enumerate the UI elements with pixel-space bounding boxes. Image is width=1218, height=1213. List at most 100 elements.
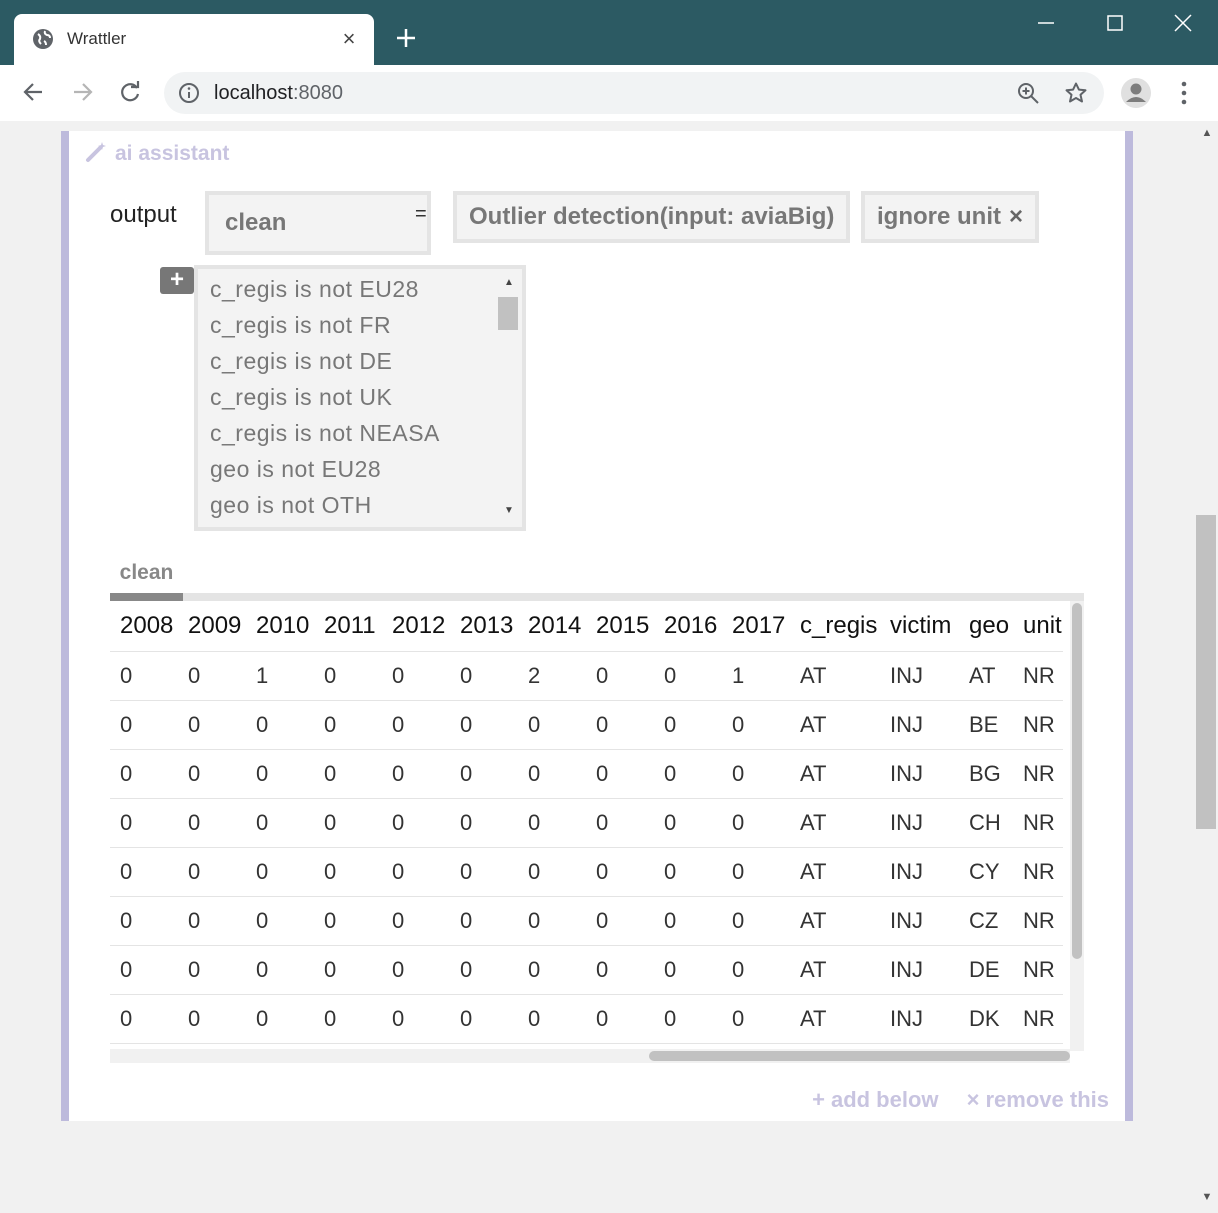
table-cell: AT bbox=[790, 847, 880, 897]
filter-item[interactable]: geo is not OTH bbox=[198, 487, 522, 523]
table-cell: NR bbox=[1013, 994, 1063, 1044]
table-cell: 0 bbox=[246, 896, 314, 946]
column-header[interactable]: 2013 bbox=[450, 601, 518, 652]
remove-chip-icon[interactable]: × bbox=[1009, 203, 1023, 230]
ignore-unit-chip[interactable]: ignore unit × bbox=[861, 191, 1039, 243]
table-cell: 0 bbox=[110, 749, 178, 799]
profile-avatar-icon[interactable] bbox=[1120, 77, 1152, 109]
column-header[interactable]: 2009 bbox=[178, 601, 246, 652]
column-header[interactable]: geo bbox=[959, 601, 1013, 652]
tab-clean[interactable]: clean bbox=[110, 561, 183, 585]
table-cell: CZ bbox=[959, 896, 1013, 946]
browser-menu-icon[interactable] bbox=[1172, 78, 1196, 108]
table-row: 0 0 0 0 0 0 0 0 0 0 AT INJ BE NR bbox=[110, 700, 1063, 750]
output-name-input[interactable] bbox=[205, 191, 431, 255]
filter-list-scrollbar[interactable]: ▲ ▼ bbox=[496, 269, 522, 527]
table-cell: 0 bbox=[382, 749, 450, 799]
column-header[interactable]: 2016 bbox=[654, 601, 722, 652]
table-horizontal-scrollbar[interactable] bbox=[110, 1049, 1070, 1063]
equals-sign: = bbox=[415, 203, 427, 225]
table-cell: DE bbox=[959, 945, 1013, 995]
scroll-up-icon[interactable]: ▲ bbox=[502, 277, 516, 291]
table-cell: 0 bbox=[450, 798, 518, 848]
add-below-button[interactable]: + add below bbox=[812, 1087, 938, 1112]
back-arrow-icon[interactable] bbox=[20, 78, 48, 106]
close-window-icon[interactable] bbox=[1168, 10, 1198, 38]
table-cell: 0 bbox=[654, 651, 722, 701]
scroll-down-icon[interactable]: ▼ bbox=[502, 505, 516, 519]
table-cell: CY bbox=[959, 847, 1013, 897]
browser-tab[interactable]: Wrattler × bbox=[14, 14, 374, 65]
filter-item[interactable]: geo is not EU28 bbox=[198, 451, 522, 487]
remove-this-button[interactable]: × remove this bbox=[967, 1087, 1109, 1112]
table-vertical-scrollbar[interactable] bbox=[1070, 601, 1084, 1051]
table-cell: 0 bbox=[654, 847, 722, 897]
table-cell: 0 bbox=[382, 896, 450, 946]
table-cell: 0 bbox=[314, 994, 382, 1044]
remove-this-label: remove this bbox=[985, 1087, 1110, 1112]
bookmark-star-icon[interactable] bbox=[1064, 81, 1088, 105]
filter-item[interactable]: c_regis is not UK bbox=[198, 379, 522, 415]
table-cell: 0 bbox=[586, 945, 654, 995]
address-bar[interactable]: localhost:8080 bbox=[164, 72, 1104, 114]
table-cell: 0 bbox=[246, 798, 314, 848]
table-cell: 0 bbox=[518, 798, 586, 848]
tab-title: Wrattler bbox=[67, 29, 127, 48]
table-cell: 0 bbox=[586, 896, 654, 946]
table-cell: 0 bbox=[314, 798, 382, 848]
table-cell: 0 bbox=[246, 847, 314, 897]
table-cell: 0 bbox=[518, 945, 586, 995]
table-row: 0 0 0 0 0 0 0 0 0 0 AT INJ BG NR bbox=[110, 749, 1063, 799]
table-cell: 0 bbox=[518, 749, 586, 799]
maximize-icon[interactable] bbox=[1100, 10, 1130, 38]
page-scrollbar[interactable]: ▲ ▼ bbox=[1196, 121, 1218, 1213]
column-header[interactable]: victim bbox=[880, 601, 959, 652]
page-scroll-up-icon[interactable]: ▲ bbox=[1201, 127, 1213, 139]
operation-selector[interactable]: Outlier detection(input: aviaBig) bbox=[453, 191, 851, 243]
table-cell: AT bbox=[790, 945, 880, 995]
column-header[interactable]: 2015 bbox=[586, 601, 654, 652]
column-header[interactable]: c_regis bbox=[790, 601, 880, 652]
ai-assistant-link[interactable]: ai assistant bbox=[85, 139, 229, 166]
column-header[interactable]: 2011 bbox=[314, 601, 382, 652]
table-cell: BE bbox=[959, 700, 1013, 750]
filter-item[interactable]: c_regis is not DE bbox=[198, 343, 522, 379]
table-header-row: 2008 2009 2010 2011 2012 2013 2014 2015 2016 2017… bbox=[110, 601, 1063, 652]
table-cell: 0 bbox=[178, 945, 246, 995]
page-scroll-down-icon[interactable]: ▼ bbox=[1201, 1191, 1213, 1203]
table-cell: 0 bbox=[314, 651, 382, 701]
column-header[interactable]: 2008 bbox=[110, 601, 178, 652]
column-header[interactable]: unit bbox=[1013, 601, 1063, 652]
add-filter-button[interactable]: + bbox=[160, 267, 194, 294]
table-cell: INJ bbox=[880, 749, 959, 799]
table-cell: 0 bbox=[110, 896, 178, 946]
scroll-thumb[interactable] bbox=[498, 297, 518, 330]
column-header[interactable]: 2014 bbox=[518, 601, 586, 652]
vertical-scroll-thumb[interactable] bbox=[1072, 603, 1082, 959]
browser-titlebar: Wrattler × bbox=[0, 0, 1218, 65]
zoom-icon[interactable] bbox=[1016, 81, 1040, 105]
filter-item[interactable]: c_regis is not FR bbox=[198, 307, 522, 343]
column-header[interactable]: 2017 bbox=[722, 601, 790, 652]
minimize-icon[interactable] bbox=[1031, 10, 1061, 38]
close-tab-icon[interactable]: × bbox=[337, 27, 361, 51]
new-tab-icon[interactable] bbox=[392, 24, 420, 52]
filter-item[interactable]: c_regis is not NEASA bbox=[198, 415, 522, 451]
forward-arrow-icon[interactable] bbox=[68, 78, 96, 106]
table-cell: 0 bbox=[178, 749, 246, 799]
info-icon[interactable] bbox=[178, 82, 200, 104]
filter-item[interactable]: c_regis is not EU28 bbox=[198, 271, 522, 307]
horizontal-scroll-thumb[interactable] bbox=[649, 1051, 1070, 1061]
filter-list[interactable]: c_regis is not EU28 c_regis is not FR c_re… bbox=[194, 265, 526, 531]
page-scroll-thumb[interactable] bbox=[1196, 515, 1216, 829]
table-cell: 0 bbox=[314, 749, 382, 799]
table-cell: 0 bbox=[586, 749, 654, 799]
table-cell: 0 bbox=[518, 700, 586, 750]
table-cell: 0 bbox=[450, 896, 518, 946]
column-header[interactable]: 2010 bbox=[246, 601, 314, 652]
reload-icon[interactable] bbox=[116, 78, 144, 106]
filter-items: c_regis is not EU28 c_regis is not FR c_re… bbox=[198, 269, 522, 523]
page-viewport: ai assistant output = Outlier detection(… bbox=[0, 121, 1218, 1213]
column-header[interactable]: 2012 bbox=[382, 601, 450, 652]
table-cell: INJ bbox=[880, 798, 959, 848]
